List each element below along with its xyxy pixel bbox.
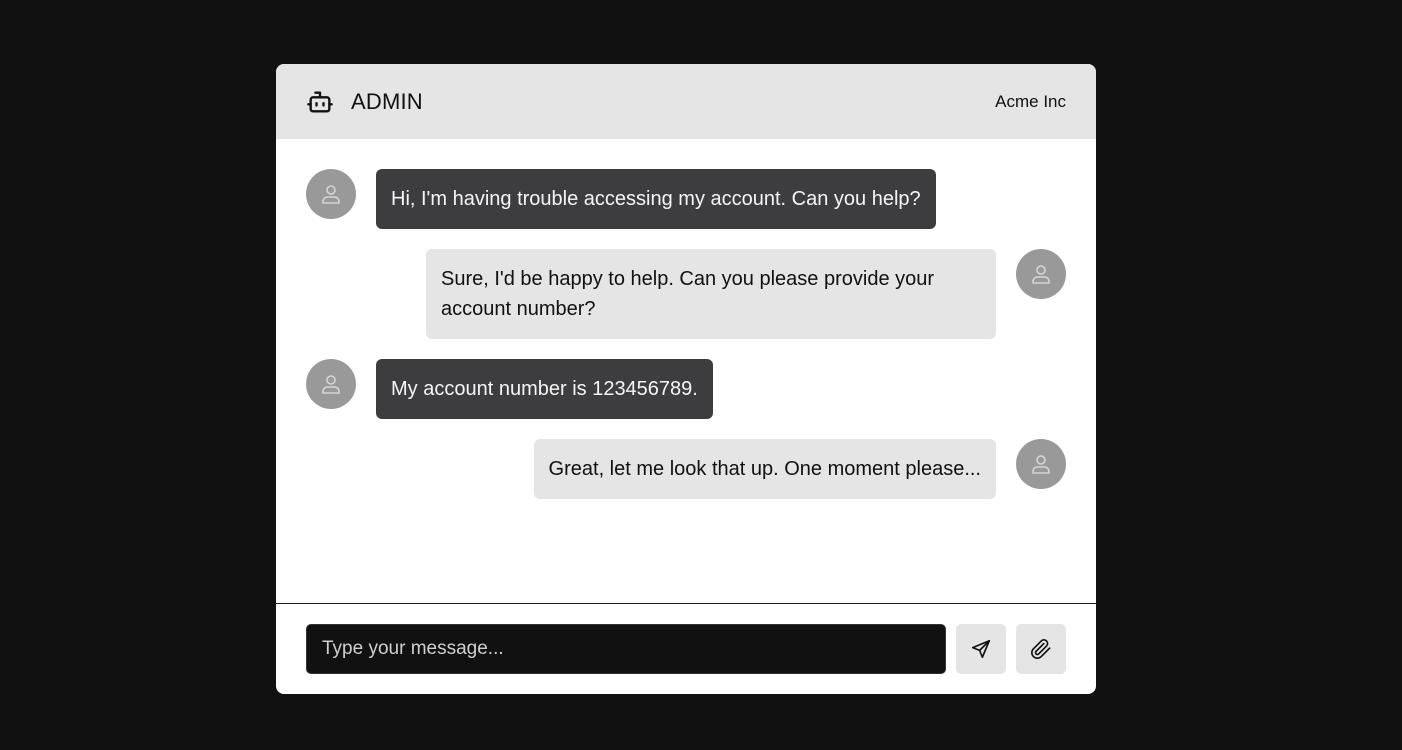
user-icon — [1032, 455, 1050, 474]
avatar — [1016, 439, 1066, 489]
chat-header: ADMIN Acme Inc — [276, 64, 1096, 139]
message-composer — [306, 624, 1066, 674]
send-icon — [971, 639, 991, 659]
message-bubble: My account number is 123456789. — [376, 359, 713, 419]
user-icon — [1032, 265, 1050, 284]
header-brand: ADMIN — [306, 88, 423, 116]
chat-window: ADMIN Acme Inc Hi, I'm having trouble ac… — [276, 64, 1096, 694]
paperclip-icon — [1031, 639, 1051, 659]
user-icon — [322, 375, 340, 394]
message-row: Sure, I'd be happy to help. Can you plea… — [426, 249, 1066, 339]
message-input[interactable] — [306, 624, 946, 674]
avatar — [1016, 249, 1066, 299]
bot-icon — [306, 88, 334, 116]
composer-divider — [276, 603, 1096, 604]
user-icon — [322, 185, 340, 204]
message-bubble: Hi, I'm having trouble accessing my acco… — [376, 169, 936, 229]
message-bubble: Sure, I'd be happy to help. Can you plea… — [426, 249, 996, 339]
company-name: Acme Inc — [995, 91, 1066, 111]
message-row: Hi, I'm having trouble accessing my acco… — [306, 169, 936, 229]
avatar — [306, 169, 356, 219]
message-bubble: Great, let me look that up. One moment p… — [533, 439, 996, 499]
page-title: ADMIN — [351, 88, 423, 114]
attach-button[interactable] — [1016, 624, 1066, 674]
message-row: Great, let me look that up. One moment p… — [533, 439, 1066, 499]
send-button[interactable] — [956, 624, 1006, 674]
avatar — [306, 359, 356, 409]
message-row: My account number is 123456789. — [306, 359, 713, 419]
